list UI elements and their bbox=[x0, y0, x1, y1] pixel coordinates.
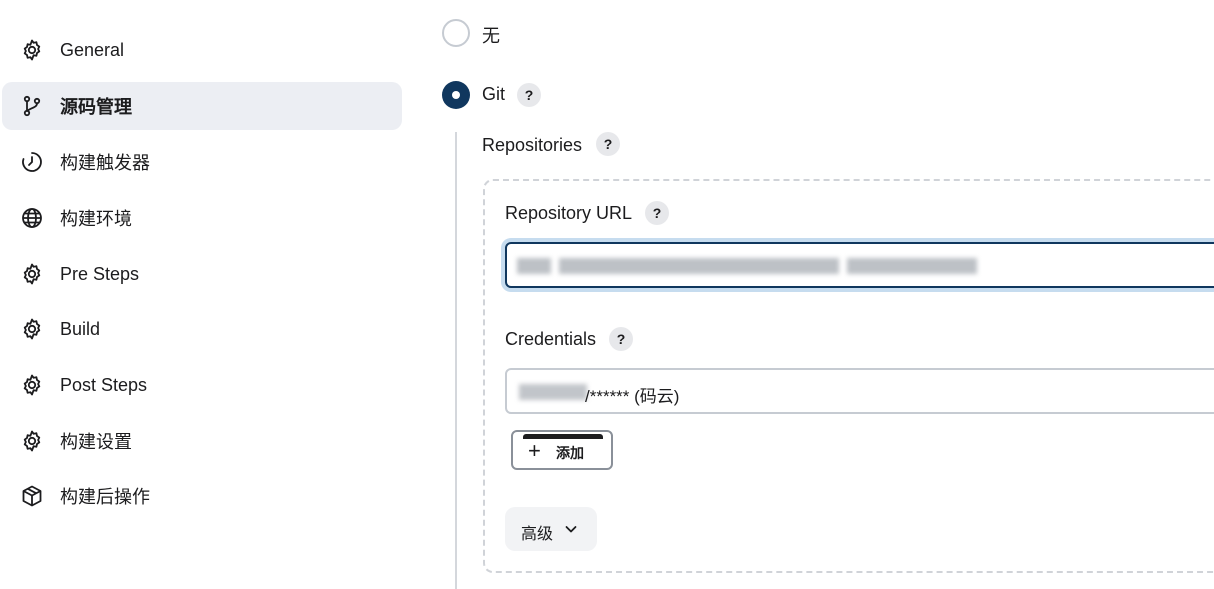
sidebar-item-post-steps[interactable]: Post Steps bbox=[2, 361, 402, 409]
sidebar-item-label: 源码管理 bbox=[60, 97, 132, 117]
redacted-text bbox=[559, 258, 839, 274]
redacted-text bbox=[517, 258, 551, 274]
gear-icon bbox=[20, 317, 44, 341]
repositories-help-icon[interactable]: ? bbox=[596, 132, 620, 156]
credentials-select[interactable]: /****** (码云) bbox=[505, 368, 1214, 414]
repository-url-help-icon[interactable]: ? bbox=[645, 201, 669, 225]
sidebar-item-build-triggers[interactable]: 构建触发器 bbox=[2, 138, 402, 186]
scm-git-radio[interactable] bbox=[442, 81, 470, 109]
sidebar-item-label: 构建后操作 bbox=[60, 487, 150, 507]
redacted-text bbox=[847, 258, 977, 274]
advanced-button-label: 高级 bbox=[521, 526, 554, 543]
package-icon bbox=[20, 484, 44, 508]
timer-icon bbox=[20, 150, 44, 174]
redacted-text bbox=[519, 384, 587, 400]
add-button-label: 添加 bbox=[556, 445, 584, 461]
repository-url-input[interactable] bbox=[505, 242, 1214, 288]
sidebar-item-label: Post Steps bbox=[60, 374, 148, 395]
sidebar-item-label: 构建设置 bbox=[60, 432, 132, 452]
git-branch-icon bbox=[20, 94, 44, 118]
advanced-button[interactable]: 高级 bbox=[505, 507, 597, 551]
sidebar-item-build-environment[interactable]: 构建环境 bbox=[2, 194, 402, 242]
globe-icon bbox=[20, 206, 44, 230]
sidebar-item-build[interactable]: Build bbox=[2, 305, 402, 353]
credentials-help-icon[interactable]: ? bbox=[609, 327, 633, 351]
section-divider bbox=[455, 132, 457, 589]
sidebar-item-post-build-actions[interactable]: 构建后操作 bbox=[2, 472, 402, 520]
sidebar-item-source-control[interactable]: 源码管理 bbox=[2, 82, 402, 130]
repositories-label: Repositories bbox=[482, 135, 583, 155]
sidebar-item-label: Build bbox=[60, 318, 101, 339]
scm-none-radio[interactable] bbox=[442, 19, 470, 47]
gear-icon bbox=[20, 38, 44, 62]
sidebar-item-label: 构建环境 bbox=[60, 209, 132, 229]
sidebar-item-pre-steps[interactable]: Pre Steps bbox=[2, 250, 402, 298]
sidebar-item-build-settings[interactable]: 构建设置 bbox=[2, 417, 402, 465]
chevron-down-icon bbox=[563, 521, 579, 537]
scm-none-label: 无 bbox=[482, 26, 500, 46]
sidebar-item-general[interactable]: General bbox=[2, 26, 402, 74]
gear-icon bbox=[20, 429, 44, 453]
sidebar-item-label: 构建触发器 bbox=[60, 153, 150, 173]
gear-icon bbox=[20, 373, 44, 397]
gear-icon bbox=[20, 262, 44, 286]
git-help-icon[interactable]: ? bbox=[517, 83, 541, 107]
sidebar-item-label: Pre Steps bbox=[60, 263, 140, 284]
plus-icon: + bbox=[528, 438, 541, 463]
scm-git-label: Git bbox=[482, 84, 506, 104]
sidebar: General 源码管理 构建触发器 构建环境 Pre Steps Build bbox=[0, 0, 410, 589]
credentials-value: /****** (码云) bbox=[585, 387, 680, 406]
credentials-label: Credentials bbox=[505, 329, 597, 349]
repository-url-label: Repository URL bbox=[505, 203, 633, 223]
add-credentials-button[interactable]: + 添加 bbox=[511, 430, 613, 470]
sidebar-item-label: General bbox=[60, 39, 125, 60]
